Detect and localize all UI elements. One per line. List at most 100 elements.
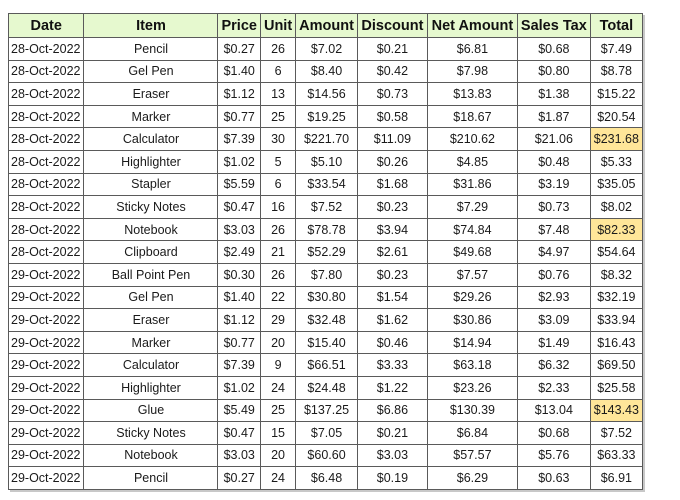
cell-unit[interactable]: 24 bbox=[259, 466, 297, 490]
cell-unit[interactable]: 9 bbox=[259, 353, 297, 377]
cell-price[interactable]: $0.27 bbox=[217, 466, 261, 490]
cell-item[interactable]: Pencil bbox=[83, 37, 219, 61]
cell-total[interactable]: $16.43 bbox=[589, 330, 643, 355]
cell-item[interactable]: Clipboard bbox=[83, 240, 219, 264]
cell-discount[interactable]: $0.26 bbox=[356, 149, 428, 174]
cell-item[interactable]: Sticky Notes bbox=[83, 195, 219, 219]
cell-price[interactable]: $3.03 bbox=[217, 443, 261, 468]
cell-amount[interactable]: $33.54 bbox=[295, 172, 358, 197]
cell-discount[interactable]: $3.03 bbox=[356, 443, 428, 468]
cell-price[interactable]: $0.30 bbox=[217, 262, 261, 287]
cell-total[interactable]: $8.32 bbox=[589, 262, 643, 287]
header-amount[interactable]: Amount bbox=[295, 13, 358, 38]
cell-price[interactable]: $1.40 bbox=[217, 285, 261, 310]
cell-discount[interactable]: $0.58 bbox=[356, 104, 428, 129]
cell-unit[interactable]: 29 bbox=[259, 308, 297, 332]
cell-date[interactable]: 28-Oct-2022 bbox=[7, 172, 85, 197]
cell-discount[interactable]: $6.86 bbox=[356, 398, 428, 423]
cell-amount[interactable]: $221.70 bbox=[295, 127, 358, 151]
cell-date[interactable]: 29-Oct-2022 bbox=[7, 443, 85, 468]
header-unit[interactable]: Unit bbox=[259, 13, 297, 38]
cell-net-amount[interactable]: $30.86 bbox=[426, 308, 518, 332]
cell-net-amount[interactable]: $57.57 bbox=[426, 443, 518, 468]
cell-discount[interactable]: $0.21 bbox=[356, 421, 428, 445]
cell-sales-tax[interactable]: $0.73 bbox=[516, 195, 591, 219]
cell-amount[interactable]: $52.29 bbox=[295, 240, 358, 264]
cell-date[interactable]: 29-Oct-2022 bbox=[7, 330, 85, 355]
cell-discount[interactable]: $2.61 bbox=[356, 240, 428, 264]
cell-date[interactable]: 29-Oct-2022 bbox=[7, 353, 85, 377]
cell-net-amount[interactable]: $210.62 bbox=[426, 127, 518, 151]
cell-price[interactable]: $7.39 bbox=[217, 127, 261, 151]
cell-price[interactable]: $3.03 bbox=[217, 217, 261, 242]
cell-item[interactable]: Ball Point Pen bbox=[83, 262, 219, 287]
cell-net-amount[interactable]: $49.68 bbox=[426, 240, 518, 264]
cell-net-amount[interactable]: $74.84 bbox=[426, 217, 518, 242]
cell-amount[interactable]: $7.02 bbox=[295, 37, 358, 61]
cell-discount[interactable]: $0.46 bbox=[356, 330, 428, 355]
cell-total[interactable]: $8.02 bbox=[589, 195, 643, 219]
cell-discount[interactable]: $3.33 bbox=[356, 353, 428, 377]
cell-sales-tax[interactable]: $21.06 bbox=[516, 127, 591, 151]
cell-net-amount[interactable]: $63.18 bbox=[426, 353, 518, 377]
cell-date[interactable]: 28-Oct-2022 bbox=[7, 37, 85, 61]
cell-price[interactable]: $1.02 bbox=[217, 375, 261, 400]
cell-net-amount[interactable]: $4.85 bbox=[426, 149, 518, 174]
cell-date[interactable]: 28-Oct-2022 bbox=[7, 127, 85, 151]
cell-item[interactable]: Marker bbox=[83, 330, 219, 355]
cell-item[interactable]: Calculator bbox=[83, 353, 219, 377]
cell-date[interactable]: 28-Oct-2022 bbox=[7, 240, 85, 264]
cell-total[interactable]: $7.49 bbox=[589, 37, 643, 61]
cell-price[interactable]: $0.47 bbox=[217, 421, 261, 445]
cell-discount[interactable]: $0.42 bbox=[356, 59, 428, 84]
header-total[interactable]: Total bbox=[589, 13, 643, 38]
cell-total[interactable]: $32.19 bbox=[589, 285, 643, 310]
cell-net-amount[interactable]: $6.29 bbox=[426, 466, 518, 490]
cell-date[interactable]: 28-Oct-2022 bbox=[7, 59, 85, 84]
cell-amount[interactable]: $30.80 bbox=[295, 285, 358, 310]
cell-total-highlighted[interactable]: $82.33 bbox=[589, 217, 643, 242]
cell-total[interactable]: $33.94 bbox=[589, 308, 643, 332]
cell-amount[interactable]: $60.60 bbox=[295, 443, 358, 468]
cell-price[interactable]: $0.77 bbox=[217, 104, 261, 129]
cell-net-amount[interactable]: $29.26 bbox=[426, 285, 518, 310]
cell-net-amount[interactable]: $7.57 bbox=[426, 262, 518, 287]
cell-total-highlighted[interactable]: $143.43 bbox=[589, 398, 643, 423]
cell-item[interactable]: Eraser bbox=[83, 308, 219, 332]
cell-sales-tax[interactable]: $3.09 bbox=[516, 308, 591, 332]
cell-discount[interactable]: $0.23 bbox=[356, 262, 428, 287]
cell-discount[interactable]: $1.68 bbox=[356, 172, 428, 197]
cell-unit[interactable]: 15 bbox=[259, 421, 297, 445]
cell-total[interactable]: $35.05 bbox=[589, 172, 643, 197]
cell-price[interactable]: $1.40 bbox=[217, 59, 261, 84]
cell-net-amount[interactable]: $18.67 bbox=[426, 104, 518, 129]
cell-unit[interactable]: 16 bbox=[259, 195, 297, 219]
cell-price[interactable]: $0.47 bbox=[217, 195, 261, 219]
cell-net-amount[interactable]: $14.94 bbox=[426, 330, 518, 355]
cell-unit[interactable]: 26 bbox=[259, 262, 297, 287]
cell-unit[interactable]: 20 bbox=[259, 330, 297, 355]
cell-sales-tax[interactable]: $6.32 bbox=[516, 353, 591, 377]
cell-total[interactable]: $5.33 bbox=[589, 149, 643, 174]
cell-sales-tax[interactable]: $0.48 bbox=[516, 149, 591, 174]
cell-price[interactable]: $1.12 bbox=[217, 308, 261, 332]
cell-discount[interactable]: $1.62 bbox=[356, 308, 428, 332]
cell-discount[interactable]: $11.09 bbox=[356, 127, 428, 151]
cell-amount[interactable]: $137.25 bbox=[295, 398, 358, 423]
cell-price[interactable]: $1.12 bbox=[217, 82, 261, 106]
cell-item[interactable]: Eraser bbox=[83, 82, 219, 106]
cell-net-amount[interactable]: $6.81 bbox=[426, 37, 518, 61]
cell-sales-tax[interactable]: $0.63 bbox=[516, 466, 591, 490]
cell-total[interactable]: $7.52 bbox=[589, 421, 643, 445]
cell-sales-tax[interactable]: $5.76 bbox=[516, 443, 591, 468]
cell-sales-tax[interactable]: $1.38 bbox=[516, 82, 591, 106]
cell-total-highlighted[interactable]: $231.68 bbox=[589, 127, 643, 151]
cell-net-amount[interactable]: $6.84 bbox=[426, 421, 518, 445]
cell-item[interactable]: Stapler bbox=[83, 172, 219, 197]
header-date[interactable]: Date bbox=[7, 13, 85, 38]
cell-total[interactable]: $8.78 bbox=[589, 59, 643, 84]
cell-net-amount[interactable]: $7.29 bbox=[426, 195, 518, 219]
header-item[interactable]: Item bbox=[83, 13, 219, 38]
cell-amount[interactable]: $66.51 bbox=[295, 353, 358, 377]
cell-sales-tax[interactable]: $2.93 bbox=[516, 285, 591, 310]
